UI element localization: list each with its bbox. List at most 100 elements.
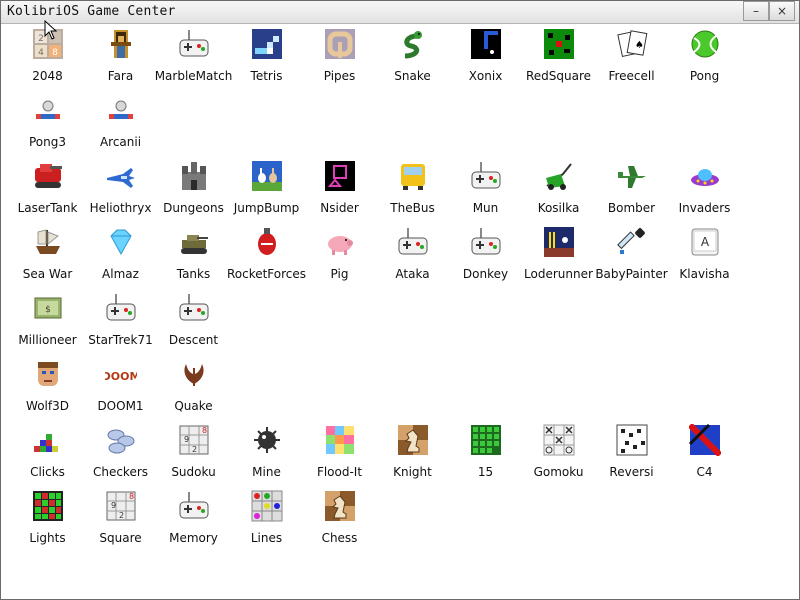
- app-thebus[interactable]: TheBus: [376, 156, 449, 222]
- app-invaders[interactable]: Invaders: [668, 156, 741, 222]
- app-wolf3d[interactable]: Wolf3D: [11, 354, 84, 420]
- app-startrek71[interactable]: StarTrek71: [84, 288, 157, 354]
- app-label: Pipes: [323, 69, 356, 83]
- c4-icon: [689, 424, 721, 456]
- svg-text:♠: ♠: [635, 40, 644, 51]
- app-label: Clicks: [30, 465, 65, 479]
- app-pipes[interactable]: Pipes: [303, 24, 376, 90]
- app-label: Tetris: [250, 69, 283, 83]
- app-label: Dungeons: [163, 201, 224, 215]
- app-nsider[interactable]: Nsider: [303, 156, 376, 222]
- app-checkers[interactable]: Checkers: [84, 420, 157, 486]
- bus-icon: [397, 160, 429, 192]
- app-label: Lines: [250, 531, 283, 545]
- bomb-icon: [251, 226, 283, 258]
- svg-text:8: 8: [52, 48, 58, 58]
- app-jumpbump[interactable]: JumpBump: [230, 156, 303, 222]
- snake-icon: [397, 28, 429, 60]
- app-label: Quake: [174, 399, 213, 413]
- app-babypainter[interactable]: BabyPainter: [595, 222, 668, 288]
- app-redsquare[interactable]: RedSquare: [522, 24, 595, 90]
- app-rocketforces[interactable]: RocketForces: [227, 222, 306, 288]
- svg-text:8: 8: [129, 492, 134, 501]
- app-quake[interactable]: Quake: [157, 354, 230, 420]
- app-bomber[interactable]: Bomber: [595, 156, 668, 222]
- diamond-icon: [105, 226, 137, 258]
- app-label: TheBus: [390, 201, 435, 215]
- app-label: Gomoku: [533, 465, 584, 479]
- app-label: Knight: [393, 465, 432, 479]
- app-ataka[interactable]: Ataka: [376, 222, 449, 288]
- pharaoh-icon: [105, 28, 137, 60]
- app-label: Loderunner: [524, 267, 593, 281]
- app-lights[interactable]: Lights: [11, 486, 84, 552]
- app-mun[interactable]: Mun: [449, 156, 522, 222]
- app-label: Xonix: [468, 69, 503, 83]
- app-sea-war[interactable]: Sea War: [11, 222, 84, 288]
- app-gomoku[interactable]: Gomoku: [522, 420, 595, 486]
- app-donkey[interactable]: Donkey: [449, 222, 522, 288]
- svg-text:4: 4: [38, 48, 44, 58]
- app-kosilka[interactable]: Kosilka: [522, 156, 595, 222]
- jet-icon: [105, 160, 137, 192]
- quake-logo-icon: [178, 358, 210, 390]
- money-icon: $: [32, 292, 64, 324]
- app-lines[interactable]: Lines: [230, 486, 303, 552]
- app-heliothryx[interactable]: Heliothryx: [84, 156, 157, 222]
- app-memory[interactable]: Memory: [157, 486, 230, 552]
- app-descent[interactable]: Descent: [157, 288, 230, 354]
- app-flood-it[interactable]: Flood-It: [303, 420, 376, 486]
- app-square[interactable]: 9 8 2 Square: [84, 486, 157, 552]
- crossword-icon: [616, 424, 648, 456]
- app-pong[interactable]: Pong: [668, 24, 741, 90]
- app-klavisha[interactable]: A Klavisha: [668, 222, 741, 288]
- app-millioneer[interactable]: $ Millioneer: [11, 288, 84, 354]
- app-label: Donkey: [462, 267, 509, 281]
- app-marblematch[interactable]: MarbleMatch: [155, 24, 232, 90]
- minimize-button[interactable]: –: [743, 1, 769, 21]
- app-fara[interactable]: Fara: [84, 24, 157, 90]
- cards-icon: ♠: [616, 28, 648, 60]
- gomoku-icon: [543, 424, 575, 456]
- key-a-icon: A: [689, 226, 721, 258]
- tetris-icon: [251, 28, 283, 60]
- app-label: Bomber: [607, 201, 656, 215]
- app-c4[interactable]: C4: [668, 420, 741, 486]
- svg-text:9: 9: [111, 501, 116, 510]
- svg-text:2: 2: [119, 511, 124, 520]
- bunnies-icon: [251, 160, 283, 192]
- app-xonix[interactable]: Xonix: [449, 24, 522, 90]
- pipette-icon: [616, 226, 648, 258]
- gamepad-icon: [105, 292, 137, 324]
- app-label: Pig: [330, 267, 349, 281]
- app-snake[interactable]: Snake: [376, 24, 449, 90]
- ufo-icon: [689, 160, 721, 192]
- app-tetris[interactable]: Tetris: [230, 24, 303, 90]
- app-dungeons[interactable]: Dungeons: [157, 156, 230, 222]
- app-pig[interactable]: Pig: [303, 222, 376, 288]
- app-15[interactable]: 15: [449, 420, 522, 486]
- app-lasertank[interactable]: LaserTank: [11, 156, 84, 222]
- app-doom1[interactable]: DOOM DOOM1: [84, 354, 157, 420]
- app-arcanii[interactable]: Arcanii: [84, 90, 157, 156]
- app-freecell[interactable]: ♠ Freecell: [595, 24, 668, 90]
- face-icon: [32, 358, 64, 390]
- app-label: Pong: [689, 69, 720, 83]
- app-clicks[interactable]: Clicks: [11, 420, 84, 486]
- app-pong3[interactable]: Pong3: [11, 90, 84, 156]
- app-tanks[interactable]: Tanks: [157, 222, 230, 288]
- app-knight[interactable]: Knight: [376, 420, 449, 486]
- close-button[interactable]: ×: [769, 1, 795, 21]
- svg-text:$: $: [45, 305, 51, 315]
- app-reversi[interactable]: Reversi: [595, 420, 668, 486]
- app-mine[interactable]: Mine: [230, 420, 303, 486]
- sudoku-icon: 9 8 2: [105, 490, 137, 522]
- app-label: RocketForces: [226, 267, 307, 281]
- app-sudoku[interactable]: 9 8 2 Sudoku: [157, 420, 230, 486]
- app-almaz[interactable]: Almaz: [84, 222, 157, 288]
- app-loderunner[interactable]: Loderunner: [522, 222, 595, 288]
- title-bar[interactable]: KolibriOS Game Center – ×: [1, 1, 799, 24]
- app-label: Descent: [168, 333, 219, 347]
- app-label: Sea War: [22, 267, 73, 281]
- app-chess[interactable]: Chess: [303, 486, 376, 552]
